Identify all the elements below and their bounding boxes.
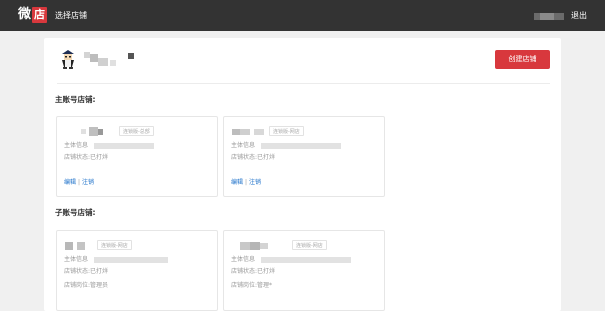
store-role: 店铺岗位:管理* (231, 282, 273, 289)
divider (57, 83, 550, 84)
subject-info-redacted (94, 256, 169, 263)
subject-info-row: 主体信息 (64, 256, 169, 264)
cancel-store-link[interactable]: 注销 (82, 179, 94, 186)
store-name-redacted (232, 241, 292, 250)
avatar-icon (62, 50, 74, 69)
subject-info-row: 主体信息 (231, 142, 342, 150)
store-actions: 编辑 | 注销 (231, 179, 261, 187)
logo-text-wei: 微 (18, 7, 32, 22)
store-role: 店铺岗位:管理员 (64, 282, 109, 289)
username-redacted (534, 13, 564, 20)
store-type-badge: 连锁版-网店 (97, 240, 132, 250)
store-status: 店铺状态:已打烊 (231, 154, 276, 161)
action-separator: | (245, 179, 248, 186)
store-status: 店铺状态:已打烊 (231, 268, 276, 275)
subject-info-label: 主体信息 (231, 142, 256, 149)
subject-info-label: 主体信息 (231, 256, 256, 263)
store-selection-card: 创建店铺 主账号店铺: 连锁版-总部 主体信息 店铺状态:已打烊 编辑 | 注销 连… (44, 38, 561, 311)
store-card-main-2[interactable]: 连锁版-网店 主体信息 店铺状态:已打烊 编辑 | 注销 (223, 116, 385, 197)
cancel-store-link[interactable]: 注销 (249, 179, 261, 186)
store-card-sub-1[interactable]: 连锁版-网店 主体信息 店铺状态:已打烊 店铺岗位:管理员 (56, 230, 218, 311)
edit-store-link[interactable]: 编辑 (231, 179, 243, 186)
account-name-redacted (84, 52, 134, 68)
subject-info-redacted (94, 142, 155, 149)
sub-account-stores-heading: 子账号店铺: (55, 208, 96, 217)
logout-link[interactable]: 退出 (571, 10, 587, 21)
top-bar: 微 店 选择店铺 退出 (0, 0, 605, 31)
action-separator: | (78, 179, 81, 186)
logo-text-dian: 店 (32, 7, 48, 23)
page-title: 选择店铺 (55, 11, 87, 20)
store-name-redacted (65, 241, 95, 250)
main-account-stores-heading: 主账号店铺: (55, 95, 96, 104)
subject-info-redacted (261, 142, 342, 149)
subject-info-row: 主体信息 (231, 256, 352, 264)
store-card-sub-2[interactable]: 连锁版-网店 主体信息 店铺状态:已打烊 店铺岗位:管理* (223, 230, 385, 311)
create-store-button[interactable]: 创建店铺 (495, 50, 550, 69)
store-status: 店铺状态:已打烊 (64, 268, 109, 275)
store-actions: 编辑 | 注销 (64, 179, 94, 187)
subject-info-label: 主体信息 (64, 142, 89, 149)
edit-store-link[interactable]: 编辑 (64, 179, 76, 186)
store-status: 店铺状态:已打烊 (64, 154, 109, 161)
avatar (57, 48, 79, 70)
store-card-main-1[interactable]: 连锁版-总部 主体信息 店铺状态:已打烊 编辑 | 注销 (56, 116, 218, 197)
subject-info-row: 主体信息 (64, 142, 155, 150)
weidian-logo[interactable]: 微 店 (18, 7, 48, 23)
store-type-badge: 连锁版-网店 (292, 240, 327, 250)
store-type-badge: 连锁版-网店 (269, 126, 304, 136)
subject-info-redacted (261, 256, 352, 263)
store-name-redacted (81, 127, 111, 136)
store-type-badge: 连锁版-总部 (119, 126, 154, 136)
subject-info-label: 主体信息 (64, 256, 89, 263)
store-name-redacted (232, 127, 268, 136)
